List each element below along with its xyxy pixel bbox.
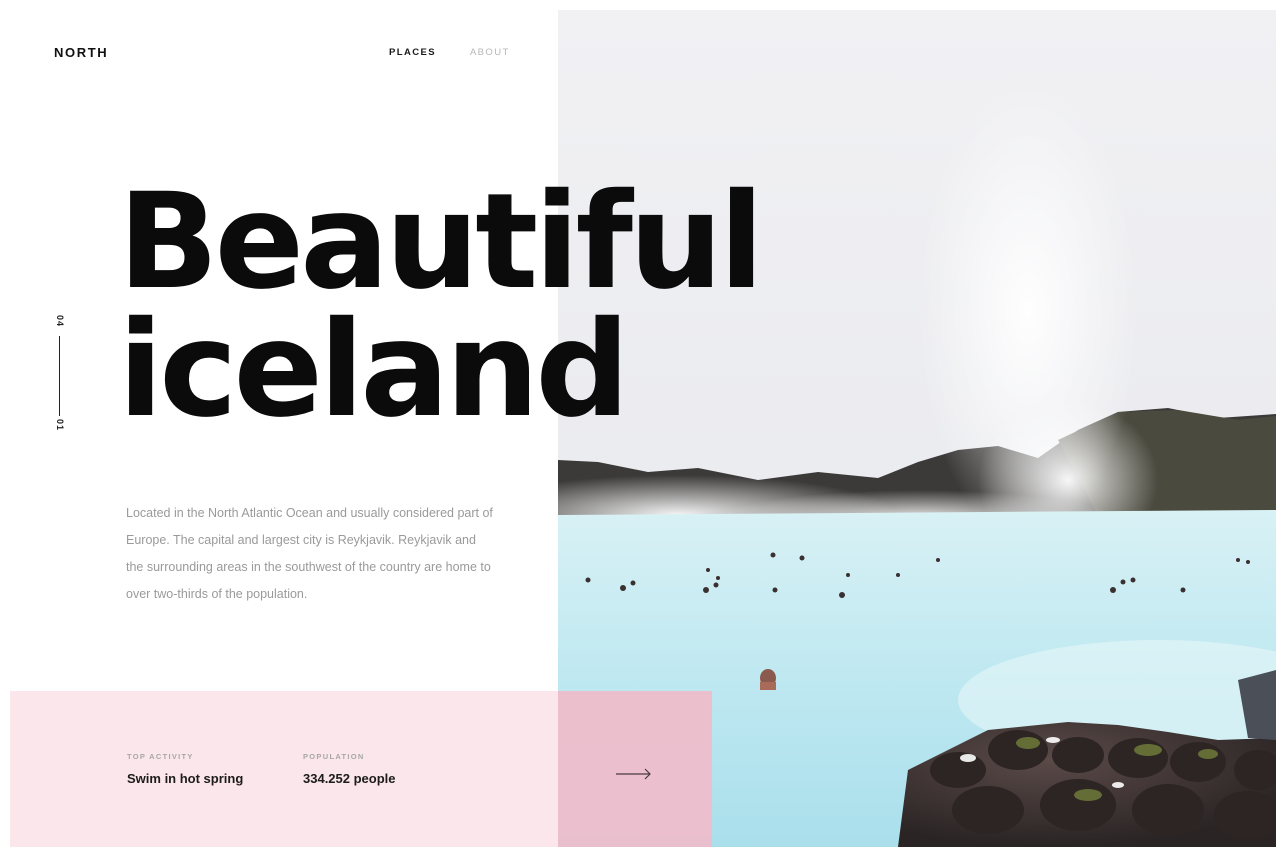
- slide-indicator: 04 01: [50, 312, 70, 438]
- hero-title-line-2: iceland: [118, 293, 630, 447]
- info-band: [10, 691, 558, 847]
- next-button[interactable]: [610, 762, 656, 786]
- arrow-right-icon: [616, 768, 651, 780]
- hero-title-line-1: Beautiful: [118, 165, 764, 319]
- stat-value: 334.252 people: [303, 771, 396, 786]
- nav-item-about[interactable]: ABOUT: [470, 47, 510, 58]
- stat-label: TOP ACTIVITY: [127, 752, 194, 761]
- stat-label: POPULATION: [303, 752, 365, 761]
- stat-value: Swim in hot spring: [127, 771, 244, 786]
- hero-description: Located in the North Atlantic Ocean and …: [126, 506, 493, 601]
- stat-population: POPULATION 334.252 people: [303, 752, 396, 786]
- nav-item-places[interactable]: PLACES: [389, 47, 436, 58]
- main-nav: PLACES ABOUT: [389, 47, 510, 58]
- hero-title: Beautiful iceland: [118, 165, 764, 447]
- brand-logo[interactable]: NORTH: [54, 45, 108, 60]
- slide-current: 01: [55, 418, 65, 431]
- slide-progress-line: [59, 336, 60, 416]
- slide-total: 04: [55, 314, 65, 327]
- stat-top-activity: TOP ACTIVITY Swim in hot spring: [127, 752, 243, 786]
- landing-page: NORTH PLACES ABOUT 04 01 Beautiful icela…: [0, 0, 1276, 847]
